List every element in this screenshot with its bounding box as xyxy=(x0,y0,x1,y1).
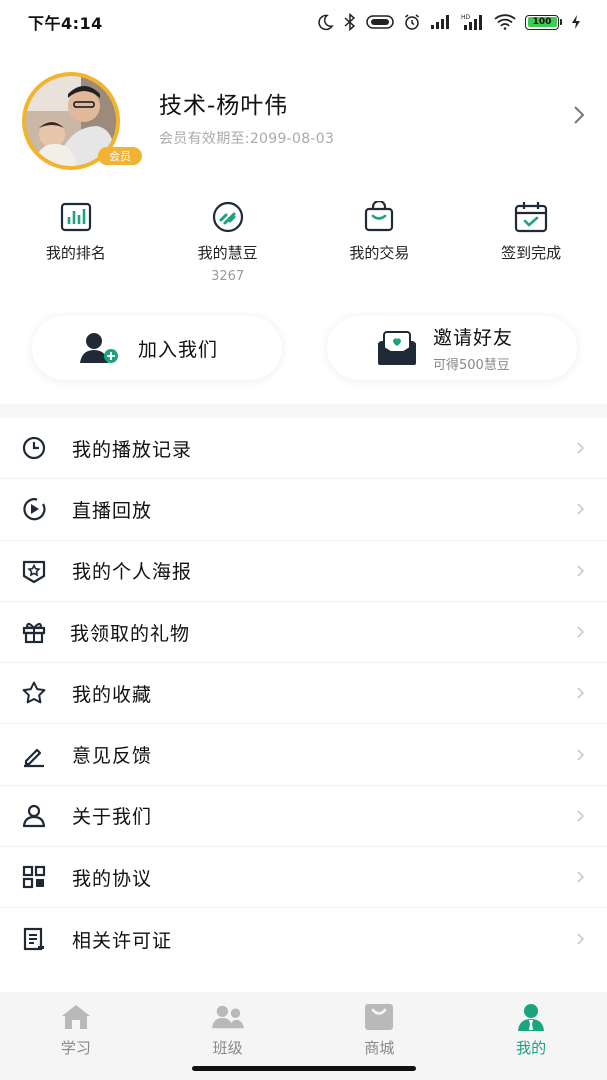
menu-item-live-replay[interactable]: 直播回放 xyxy=(0,479,607,541)
moon-icon xyxy=(318,14,334,31)
add-user-icon xyxy=(80,333,118,363)
gift-icon xyxy=(22,622,46,644)
star-icon xyxy=(22,681,46,704)
tab-study[interactable]: 学习 xyxy=(0,992,152,1080)
quick-item-beans[interactable]: 我的慧豆 3267 xyxy=(152,200,304,295)
menu-item-poster[interactable]: 我的个人海报 xyxy=(0,541,607,602)
menu-label: 我的协议 xyxy=(72,867,153,890)
menu-label: 我的个人海报 xyxy=(72,561,193,584)
vip-badge: 会员 xyxy=(98,147,142,165)
user-icon xyxy=(22,804,46,828)
menu-item-play-history[interactable]: 我的播放记录 xyxy=(0,418,607,480)
beans-icon xyxy=(212,201,243,233)
quick-label: 我的慧豆 xyxy=(197,244,258,262)
chevron-right-icon xyxy=(577,442,585,454)
menu-item-feedback[interactable]: 意见反馈 xyxy=(0,724,607,786)
menu-item-gifts[interactable]: 我领取的礼物 xyxy=(0,602,607,664)
profile-icon xyxy=(518,1004,545,1031)
chevron-right-icon xyxy=(577,933,585,945)
home-icon xyxy=(61,1005,90,1029)
invite-friends-label: 邀请好友 xyxy=(433,327,514,349)
invite-reward-text: 可得500慧豆 xyxy=(433,358,510,373)
nav-label: 商城 xyxy=(364,1039,395,1057)
alarm-icon xyxy=(405,14,419,30)
battery-icon: 100 xyxy=(525,14,562,30)
signal-hd-icon: HD xyxy=(461,14,482,30)
menu-label: 关于我们 xyxy=(72,806,153,829)
charging-icon xyxy=(572,15,580,29)
quick-item-checkin[interactable]: 签到完成 xyxy=(455,200,607,295)
beans-count: 3267 xyxy=(211,269,245,284)
invite-friends-button[interactable]: 邀请好友 可得500慧豆 xyxy=(327,316,577,380)
signal-icon xyxy=(431,15,449,29)
status-bar: 下午4:14 HD 100 xyxy=(0,0,607,44)
shopping-bag-icon xyxy=(365,201,394,232)
chevron-right-icon xyxy=(577,871,585,883)
profile-name: 技术-杨叶伟 xyxy=(159,93,289,119)
vibrate-icon xyxy=(366,15,394,29)
battery-level: 100 xyxy=(527,17,557,27)
ranking-chart-icon xyxy=(60,202,91,232)
chevron-right-icon[interactable] xyxy=(572,104,586,126)
menu-label: 意见反馈 xyxy=(72,745,153,768)
menu-label: 我领取的礼物 xyxy=(70,622,191,645)
avatar[interactable]: 会员 xyxy=(22,72,142,170)
quick-label: 我的交易 xyxy=(349,244,410,262)
class-icon xyxy=(211,1005,244,1029)
chevron-right-icon xyxy=(577,626,585,638)
menu-label: 我的收藏 xyxy=(72,683,153,706)
play-circle-icon xyxy=(23,498,46,521)
menu-item-license[interactable]: 相关许可证 xyxy=(0,908,607,969)
grid-icon xyxy=(22,866,46,889)
quick-item-ranking[interactable]: 我的排名 xyxy=(0,200,152,295)
calendar-check-icon xyxy=(515,202,548,233)
tab-mine[interactable]: 我的 xyxy=(455,992,607,1080)
chevron-right-icon xyxy=(577,503,585,516)
chevron-right-icon xyxy=(577,565,585,577)
chevron-right-icon xyxy=(577,687,585,699)
edit-icon xyxy=(24,748,44,767)
poster-star-icon xyxy=(22,560,46,583)
menu-item-favorites[interactable]: 我的收藏 xyxy=(0,663,607,725)
section-divider xyxy=(0,404,607,418)
menu-item-agreement[interactable]: 我的协议 xyxy=(0,847,607,909)
invite-envelope-icon xyxy=(378,331,416,365)
join-us-label: 加入我们 xyxy=(138,338,219,361)
svg-text:HD: HD xyxy=(461,14,471,21)
bluetooth-icon xyxy=(344,13,356,31)
menu-item-about[interactable]: 关于我们 xyxy=(0,786,607,848)
nav-label: 我的 xyxy=(516,1039,547,1057)
quick-label: 签到完成 xyxy=(501,244,562,262)
home-indicator xyxy=(192,1066,416,1071)
menu-label: 我的播放记录 xyxy=(72,438,193,461)
quick-actions: 我的排名 我的慧豆 3267 我的交易 签到完成 xyxy=(0,200,607,295)
action-cards: 加入我们 邀请好友 可得500慧豆 xyxy=(32,316,577,380)
status-icons: HD 100 xyxy=(316,13,581,31)
join-us-button[interactable]: 加入我们 xyxy=(32,316,282,380)
menu-list: 我的播放记录 直播回放 我的个人海报 我领取的礼物 我的收藏 意见反馈 关于我们… xyxy=(0,418,607,970)
quick-label: 我的排名 xyxy=(45,244,106,262)
quick-item-trades[interactable]: 我的交易 xyxy=(304,200,456,295)
chevron-right-icon xyxy=(577,749,585,761)
license-icon xyxy=(23,927,44,951)
menu-label: 相关许可证 xyxy=(72,929,173,952)
membership-expire: 会员有效期至:2099-08-03 xyxy=(159,131,335,147)
chevron-right-icon xyxy=(577,810,585,822)
shop-icon xyxy=(365,1004,394,1030)
wifi-icon xyxy=(494,14,516,30)
nav-label: 班级 xyxy=(212,1039,243,1057)
status-time: 下午4:14 xyxy=(28,14,103,33)
nav-label: 学习 xyxy=(60,1039,91,1057)
profile-header[interactable]: 会员 技术-杨叶伟 会员有效期至:2099-08-03 xyxy=(22,72,592,172)
clock-icon xyxy=(22,437,46,460)
menu-label: 直播回放 xyxy=(72,499,153,522)
